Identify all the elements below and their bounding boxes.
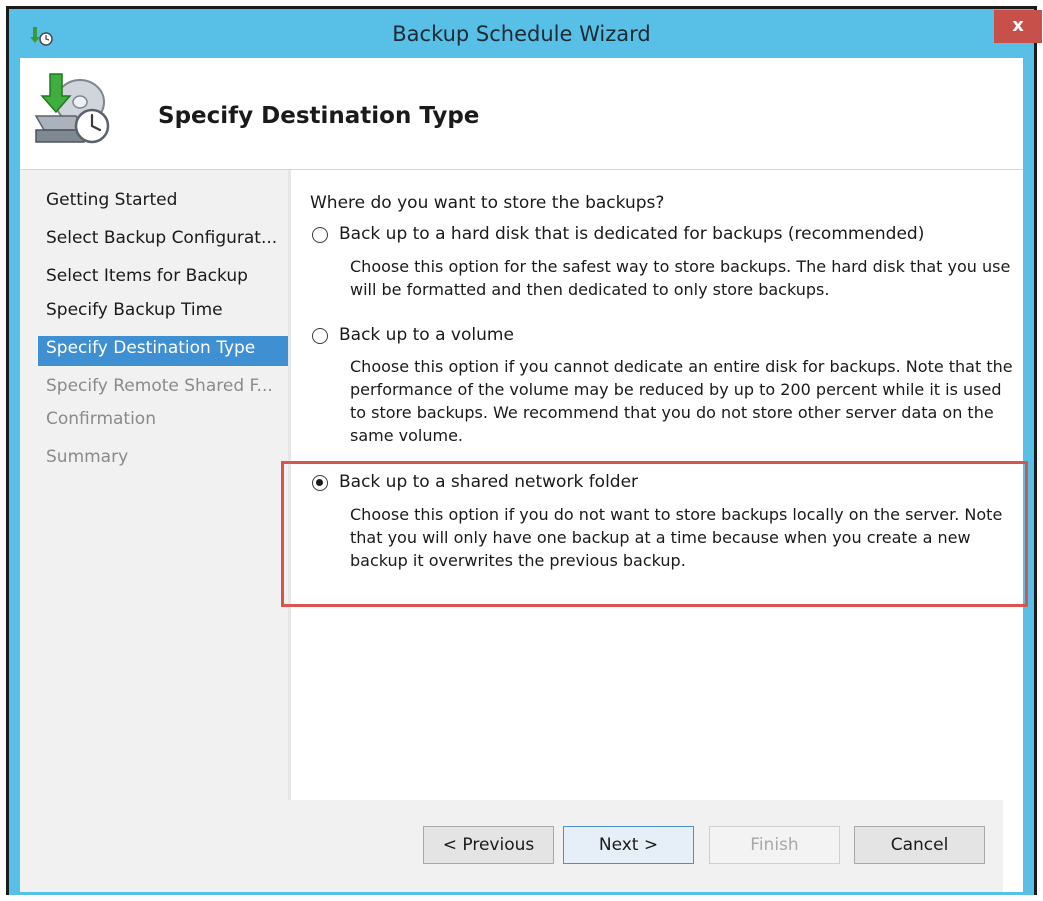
next-button[interactable]: Next > — [563, 826, 694, 864]
page-title: Specify Destination Type — [158, 103, 480, 129]
window-title: Backup Schedule Wizard — [392, 22, 651, 46]
finish-button: Finish — [709, 826, 840, 864]
nav-item-specify-destination-type[interactable]: Specify Destination Type — [46, 338, 255, 358]
wizard-header: Specify Destination Type — [20, 58, 1023, 170]
nav-item-summary: Summary — [46, 447, 129, 467]
wizard-window: Backup Schedule Wizard x Specify Destina… — [0, 0, 1043, 901]
destination-question: Where do you want to store the backups? — [310, 193, 665, 213]
nav-item-confirmation: Confirmation — [46, 409, 156, 429]
nav-item-select-backup-configuration[interactable]: Select Backup Configurat... — [46, 228, 277, 248]
backup-drive-clock-icon — [34, 73, 110, 144]
nav-item-specify-backup-time[interactable]: Specify Backup Time — [46, 300, 223, 320]
title-bar[interactable]: Backup Schedule Wizard — [9, 9, 1034, 58]
option-desc-volume: Choose this option if you cannot dedicat… — [350, 357, 1013, 445]
close-button[interactable]: x — [994, 10, 1042, 43]
option-label-dedicated-disk[interactable]: Back up to a hard disk that is dedicated… — [339, 224, 924, 244]
radio-volume[interactable] — [312, 328, 328, 344]
option-desc-dedicated-disk: Choose this option for the safest way to… — [350, 257, 1011, 299]
previous-button[interactable]: < Previous — [423, 826, 554, 864]
cancel-button[interactable]: Cancel — [854, 826, 985, 864]
nav-item-getting-started[interactable]: Getting Started — [46, 190, 177, 210]
nav-item-specify-remote-shared-folder: Specify Remote Shared F... — [46, 376, 273, 396]
window-bottom-edge — [9, 892, 1034, 895]
option-label-volume[interactable]: Back up to a volume — [339, 325, 514, 345]
annotation-highlight-box — [281, 461, 1028, 607]
wizard-steps-nav: Getting Started Select Backup Configurat… — [20, 170, 288, 892]
radio-dedicated-disk[interactable] — [312, 227, 328, 243]
nav-item-select-items-for-backup[interactable]: Select Items for Backup — [46, 266, 248, 286]
